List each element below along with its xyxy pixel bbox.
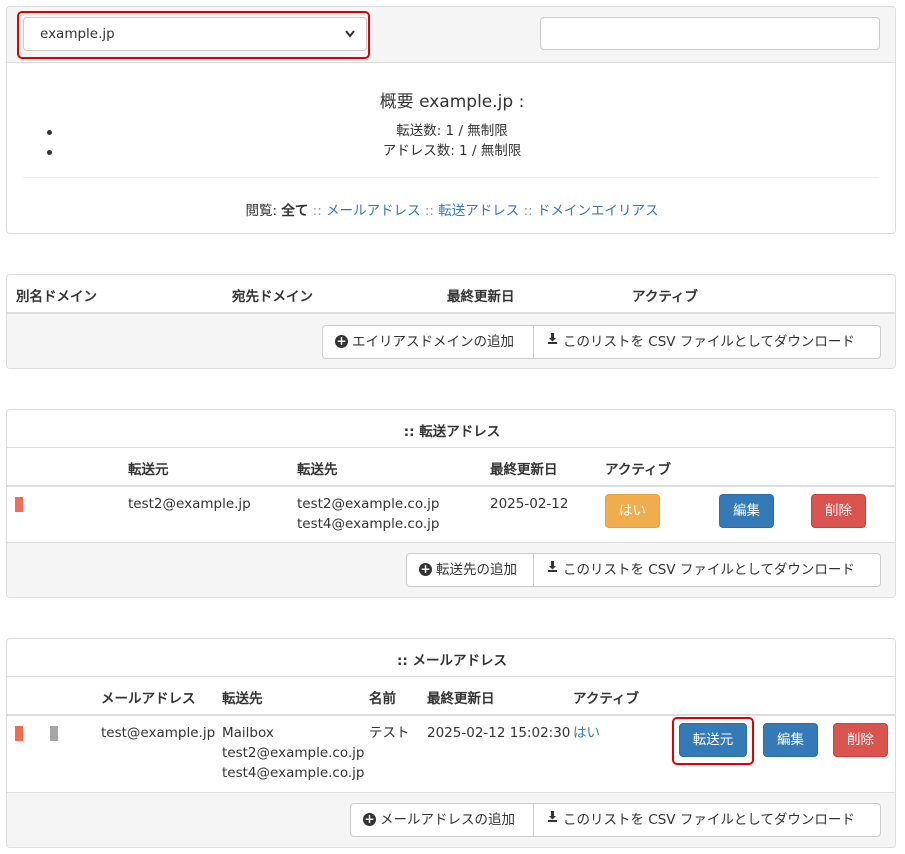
col-last-modified: 最終更新日 [490,462,558,478]
add-forward-button[interactable]: + 転送先の追加 [406,553,534,587]
forward-to-1: Mailbox [222,725,274,741]
mailbox-footer: + メールアドレスの追加 このリストを CSV ファイルとしてダウンロード [7,792,895,847]
link-mail-addresses[interactable]: メールアドレス [326,203,421,219]
delete-button[interactable]: 削除 [811,494,866,528]
separator: :: [312,203,322,219]
csv-download-label: このリストを CSV ファイルとしてダウンロード [563,334,855,350]
alias-domain-panel: 別名ドメイン 宛先ドメイン 最終更新日 アクティブ + エイリアスドメインの追加 … [6,274,896,369]
separator: :: [523,203,533,219]
col-last-modified: 最終更新日 [427,691,495,707]
divider [7,485,895,487]
col-forward-to: 転送先 [297,462,338,478]
csv-download-button[interactable]: このリストを CSV ファイルとしてダウンロード [534,325,881,359]
add-alias-domain-label: エイリアスドメインの追加 [352,334,514,350]
active-link[interactable]: はい [573,723,600,743]
download-icon [546,553,559,585]
delete-button[interactable]: 削除 [833,723,888,757]
csv-download-button[interactable]: このリストを CSV ファイルとしてダウンロード [534,553,881,587]
csv-download-label: このリストを CSV ファイルとしてダウンロード [563,812,855,828]
search-input[interactable] [540,17,880,50]
domain-overview-panel: example.jp 概要 example.jp : 転送数: 1 / 無制限 … [6,6,896,234]
forward-to-1: test2@example.co.jp [297,496,440,512]
divider [7,714,895,716]
col-active: アクティブ [632,289,699,305]
download-icon [546,803,559,835]
forward-from: test2@example.jp [128,496,251,512]
add-mail-address-label: メールアドレスの追加 [380,812,515,828]
forward-source-button[interactable]: 転送元 [679,723,747,757]
mail-address-panel: :: メールアドレス メールアドレス 転送先 名前 最終更新日 アクティブ te… [6,638,896,848]
forward-footer: + 転送先の追加 このリストを CSV ファイルとしてダウンロード [7,542,895,597]
download-icon [546,325,559,357]
status-marker [15,497,23,512]
edit-button[interactable]: 編集 [763,723,818,757]
col-last-modified: 最終更新日 [447,289,515,305]
add-forward-label: 転送先の追加 [436,562,517,578]
separator: :: [424,203,434,219]
link-forward-addresses[interactable]: 転送アドレス [438,203,519,219]
status-marker [15,726,23,741]
browse-nav: 閲覧: 全て :: メールアドレス :: 転送アドレス :: ドメインエイリアス [7,199,895,219]
csv-download-label: このリストを CSV ファイルとしてダウンロード [563,562,855,578]
mailbox-updated: 2025-02-12 15:02:30 [427,725,571,741]
add-alias-domain-button[interactable]: + エイリアスドメインの追加 [322,325,534,359]
edit-button[interactable]: 編集 [719,494,774,528]
forward-updated: 2025-02-12 [490,496,569,512]
link-domain-aliases[interactable]: ドメインエイリアス [537,203,659,219]
divider [7,676,895,677]
alias-domain-footer: + エイリアスドメインの追加 このリストを CSV ファイルとしてダウンロード [7,312,895,368]
active-toggle-button[interactable]: はい [605,494,660,528]
summary-title: 概要 example.jp : [379,92,525,112]
col-active: アクティブ [605,462,672,478]
mail-address: test@example.jp [101,725,216,741]
domain-toolbar: example.jp [7,7,895,63]
browse-label: 閲覧: [245,203,278,219]
csv-download-button[interactable]: このリストを CSV ファイルとしてダウンロード [534,803,881,837]
domain-select-value: example.jp [40,26,115,42]
plus-circle-icon: + [363,811,376,826]
col-forward-to: 転送先 [222,691,263,707]
divider [7,447,895,448]
browse-all: 全て [281,203,309,219]
add-mail-address-button[interactable]: + メールアドレスの追加 [350,803,534,837]
domain-select[interactable]: example.jp [23,17,367,51]
col-name: 名前 [369,691,396,707]
mailbox-caption: :: メールアドレス [397,653,507,669]
address-count: アドレス数: 1 / 無制限 [382,143,522,159]
plus-circle-icon: + [335,333,348,348]
forward-to-3: test4@example.co.jp [222,765,365,781]
forward-count: 転送数: 1 / 無制限 [396,123,508,139]
status-marker [50,726,58,741]
plus-circle-icon: + [419,561,432,576]
col-target-domain: 宛先ドメイン [232,289,313,305]
forward-caption: :: 転送アドレス [403,424,501,440]
col-active: アクティブ [573,691,640,707]
chevron-down-icon [344,18,356,63]
col-forward-from: 転送元 [128,462,169,478]
mailbox-name: テスト [369,725,410,741]
forward-to-2: test4@example.co.jp [297,516,440,532]
col-alias-domain: 別名ドメイン [16,289,97,305]
forward-to-2: test2@example.co.jp [222,745,365,761]
forward-address-panel: :: 転送アドレス 転送元 転送先 最終更新日 アクティブ test2@exam… [6,409,896,598]
divider [23,177,879,178]
col-mail-address: メールアドレス [101,691,196,707]
